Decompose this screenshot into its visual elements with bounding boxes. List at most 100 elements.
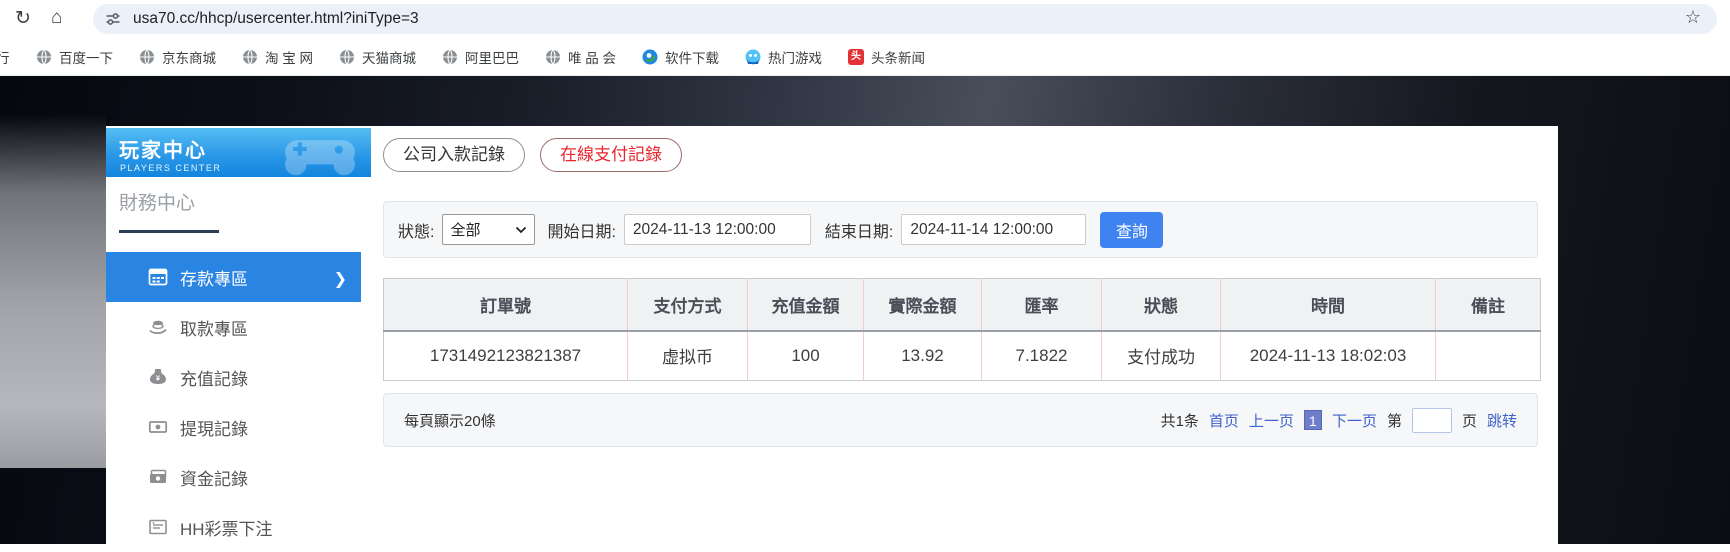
cell-rate: 7.1822: [981, 330, 1102, 381]
bookmark-label: 唯 品 会: [568, 50, 617, 66]
status-select[interactable]: 全部: [442, 214, 536, 245]
start-date-input[interactable]: [623, 214, 811, 245]
column-header-recharge-amount: 充值金額: [747, 278, 864, 332]
end-date-input[interactable]: [901, 214, 1087, 245]
bookmark-label: 天猫商城: [362, 50, 417, 66]
globe-icon: [545, 49, 561, 65]
reload-icon[interactable]: ↻: [15, 7, 31, 30]
sidebar-item-withdrawal-records[interactable]: 提現記錄: [106, 402, 361, 452]
column-header-pay-method: 支付方式: [627, 278, 748, 332]
bookmark-item[interactable]: 天猫商城: [339, 47, 416, 67]
sidebar-item-recharge-records[interactable]: ¥ 充值記錄: [106, 352, 361, 402]
cell-actual-amount: 13.92: [863, 330, 982, 381]
pagination-bar: 每頁顯示20條 共1条 首页 上一页 1 下一页 第 页 跳转: [383, 393, 1538, 447]
sidebar-item-deposit[interactable]: 存款專區 ❯: [106, 252, 361, 302]
url-text: usa70.cc/hhcp/usercenter.html?iniType=3: [133, 10, 419, 27]
bookmark-item[interactable]: 唯 品 会: [545, 47, 616, 67]
bookmark-item[interactable]: 百度一下: [36, 47, 113, 67]
software-download-icon: [642, 49, 658, 65]
sidebar-item-hh-lottery-bets[interactable]: HH彩票下注: [106, 502, 361, 552]
current-page-button[interactable]: 1: [1303, 410, 1322, 430]
bookmark-label: 阿里巴巴: [465, 50, 520, 66]
address-bar[interactable]: usa70.cc/hhcp/usercenter.html?iniType=3 …: [93, 4, 1717, 34]
cell-time: 2024-11-13 18:02:03: [1220, 330, 1436, 381]
first-page-link[interactable]: 首页: [1209, 410, 1239, 431]
bookmark-item[interactable]: 热门游戏: [745, 47, 822, 67]
status-select-value: 全部: [450, 222, 481, 239]
cell-pay-method: 虚拟币: [627, 330, 748, 381]
cell-remark: [1435, 330, 1541, 381]
bookmark-item[interactable]: 淘 宝 网: [242, 47, 313, 67]
list-form-icon: [149, 519, 167, 535]
column-header-status: 狀態: [1101, 278, 1221, 332]
home-icon[interactable]: ⌂: [51, 7, 62, 29]
globe-icon: [139, 49, 155, 65]
toutiao-news-icon: 头: [848, 48, 865, 65]
banknote-icon: [148, 421, 168, 433]
globe-icon: [442, 49, 458, 65]
records-table: 訂單號 支付方式 充值金額 實際金額 匯率 狀態 時間 備註 173149212…: [383, 278, 1541, 381]
player-center-panel: 玩家中心 PLAYERS CENTER 財務中心 存款專區 ❯ 取款專區 ¥ 充…: [106, 126, 1558, 544]
tab-online-payment-records[interactable]: 在線支付記錄: [540, 138, 682, 172]
column-header-order-no: 訂單號: [383, 278, 628, 332]
cell-status: 支付成功: [1101, 330, 1221, 381]
start-date-label: 開始日期:: [547, 223, 616, 241]
bookmark-label: 淘 宝 网: [265, 50, 314, 66]
column-header-time: 時間: [1220, 278, 1436, 332]
sidebar-menu: 存款專區 ❯ 取款專區 ¥ 充值記錄 提現記錄 資金記錄 HH彩票下注: [106, 252, 361, 552]
records-table-wrap: 訂單號 支付方式 充值金額 實際金額 匯率 狀態 時間 備註 173149212…: [383, 278, 1541, 381]
bookmark-label: 软件下载: [665, 50, 720, 66]
finance-section-title: 財務中心: [119, 193, 196, 214]
section-underline: [119, 230, 219, 233]
chevron-down-icon: [516, 226, 527, 233]
bookmark-label: 百度一下: [59, 50, 113, 66]
filter-bar: 狀態: 全部 開始日期: 結束日期: 查詢: [383, 201, 1538, 258]
deposit-card-icon: [148, 268, 168, 286]
bookmark-item-cutoff[interactable]: 行: [0, 47, 10, 67]
sidebar-item-withdraw[interactable]: 取款專區: [106, 302, 361, 352]
pagination-controls: 共1条 首页 上一页 1 下一页 第 页 跳转: [1161, 407, 1517, 433]
site-info-icon[interactable]: [105, 11, 121, 27]
bookmark-label: 头条新闻: [871, 50, 926, 66]
gamepad-icon: [285, 140, 355, 176]
sidebar-item-label: 存款專區: [180, 269, 248, 289]
bookmark-item[interactable]: 京东商城: [139, 47, 216, 67]
sidebar-item-label: 取款專區: [180, 319, 248, 339]
globe-icon: [242, 49, 258, 65]
bookmarks-bar: 行 百度一下 京东商城 淘 宝 网 天猫商城 阿里巴巴 唯 品 会 软件下载 热…: [0, 38, 1730, 76]
bookmark-item[interactable]: 头 头条新闻: [848, 47, 925, 67]
cell-order-no: 1731492123821387: [429, 345, 582, 365]
jump-page-input[interactable]: [1411, 407, 1452, 433]
sidebar-item-label: 資金記錄: [180, 469, 248, 489]
hand-coins-icon: [149, 320, 167, 335]
cell-recharge-amount: 100: [747, 330, 864, 381]
prev-page-link[interactable]: 上一页: [1249, 410, 1294, 431]
jump-link[interactable]: 跳转: [1487, 410, 1517, 431]
sidebar-item-fund-records[interactable]: 資金記錄: [106, 452, 361, 502]
players-center-banner: 玩家中心 PLAYERS CENTER: [106, 128, 371, 177]
bookmark-label: 京东商城: [162, 50, 216, 66]
page-background-left-strip: [0, 115, 106, 468]
bookmark-label: 热门游戏: [768, 50, 823, 66]
globe-icon: [339, 49, 355, 65]
column-header-remark: 備註: [1435, 278, 1541, 332]
table-row: 1731492123821387 虚拟币 100 13.92 7.1822 支付…: [384, 330, 1541, 381]
browser-toolbar: ↻ ⌂ usa70.cc/hhcp/usercenter.html?iniTyp…: [0, 0, 1730, 38]
bookmark-star-icon[interactable]: ☆: [1685, 7, 1701, 28]
bookmark-item[interactable]: 软件下载: [642, 47, 719, 67]
bookmark-item[interactable]: 阿里巴巴: [442, 47, 519, 67]
column-header-rate: 匯率: [981, 278, 1102, 332]
end-date-label: 結束日期:: [824, 223, 894, 241]
tab-company-deposit-records[interactable]: 公司入款記錄: [383, 138, 525, 172]
sidebar-item-label: HH彩票下注: [180, 519, 273, 539]
game-mascot-icon: [745, 49, 761, 65]
column-header-actual-amount: 實際金額: [863, 278, 982, 332]
next-page-link[interactable]: 下一页: [1332, 410, 1377, 431]
search-button[interactable]: 查詢: [1100, 211, 1164, 248]
table-header-row: 訂單號 支付方式 充值金額 實際金額 匯率 狀態 時間 備註: [383, 278, 1541, 332]
cash-stack-icon: [150, 469, 167, 483]
status-label: 狀態:: [398, 223, 435, 241]
jump-prefix-text: 第: [1386, 412, 1402, 430]
record-tabs: 公司入款記錄 在線支付記錄: [383, 138, 682, 172]
sidebar-item-label: 充值記錄: [180, 369, 248, 389]
